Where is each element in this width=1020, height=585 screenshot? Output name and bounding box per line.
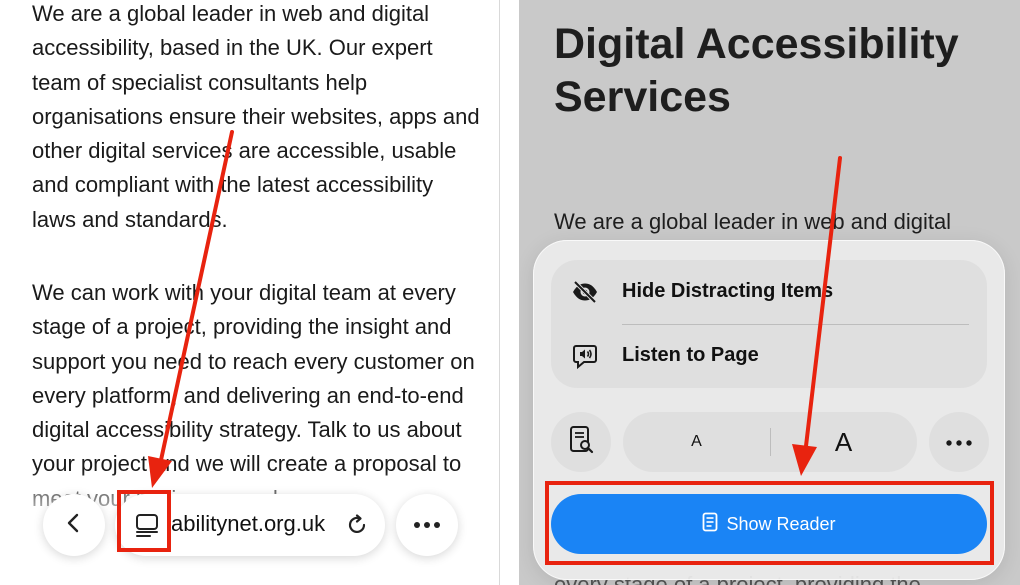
find-in-page-icon xyxy=(568,425,594,460)
ellipsis-icon xyxy=(413,516,441,534)
chevron-left-icon xyxy=(62,511,86,540)
highlight-box-page-menu xyxy=(117,490,171,552)
eye-slash-icon xyxy=(571,278,599,306)
decrease-font-button[interactable]: A xyxy=(623,412,770,472)
menu-item-listen-to-page[interactable]: Listen to Page xyxy=(551,324,987,388)
highlight-box-show-reader xyxy=(545,481,994,565)
more-button[interactable] xyxy=(396,494,458,556)
body-paragraph-1: We are a global leader in web and digita… xyxy=(32,1,480,232)
menu-group: Hide Distracting Items Listen to Page xyxy=(551,260,987,388)
left-screenshot-panel: We are a global leader in web and digita… xyxy=(0,0,500,585)
back-button[interactable] xyxy=(43,494,105,556)
ellipsis-icon xyxy=(946,433,972,451)
menu-item-label: Hide Distracting Items xyxy=(622,280,834,302)
reload-icon[interactable] xyxy=(343,511,371,539)
page-heading: Digital Accessibility Services xyxy=(554,20,959,121)
more-options-button[interactable] xyxy=(929,412,989,472)
url-text[interactable]: abilitynet.org.uk xyxy=(171,511,325,537)
menu-item-hide-distracting-items[interactable]: Hide Distracting Items xyxy=(551,260,987,324)
increase-font-button[interactable]: A xyxy=(770,412,917,472)
find-in-page-button[interactable] xyxy=(551,412,611,472)
body-paragraph-start: We are a global leader in web and digita… xyxy=(554,209,952,234)
font-size-control: A A xyxy=(623,412,917,472)
menu-item-label: Listen to Page xyxy=(622,344,759,366)
speaker-bubble-icon xyxy=(571,342,599,370)
